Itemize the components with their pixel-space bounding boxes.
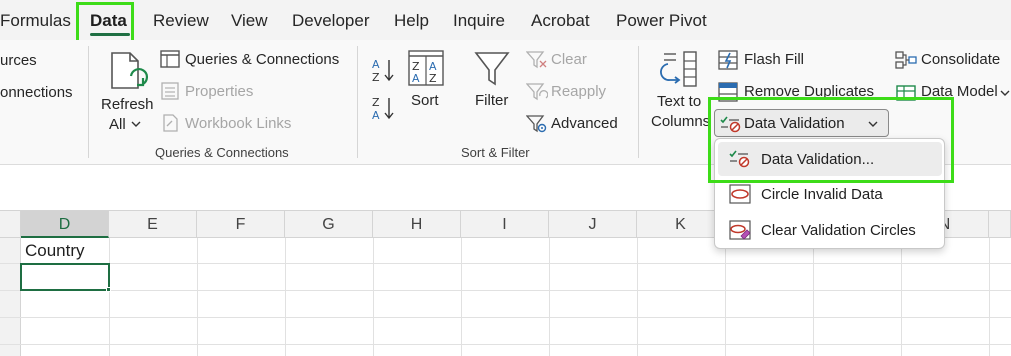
circle-invalid-data-icon <box>729 184 751 204</box>
row-gridline <box>0 263 1011 264</box>
flash-fill-icon <box>718 50 738 70</box>
row-gridline <box>0 290 1011 291</box>
text-to-columns-icon <box>660 51 697 87</box>
column-gridline <box>989 238 990 356</box>
svg-text:A: A <box>372 58 380 71</box>
row-gridline <box>0 344 1011 345</box>
sort-button[interactable]: Sort <box>411 92 439 109</box>
consolidate-icon <box>895 51 917 69</box>
queries-connections-button[interactable]: Queries & Connections <box>185 51 339 68</box>
tab-acrobat[interactable]: Acrobat <box>531 11 590 31</box>
clear-validation-circles-icon <box>729 220 751 240</box>
svg-text:A: A <box>412 72 420 85</box>
reapply-icon <box>526 83 548 101</box>
properties-icon <box>161 82 179 100</box>
flash-fill-button[interactable]: Flash Fill <box>744 51 804 68</box>
advanced-filter-icon <box>526 115 547 133</box>
chevron-down-icon <box>1000 90 1010 96</box>
column-gridline <box>373 238 374 356</box>
reapply-button[interactable]: Reapply <box>551 83 606 100</box>
clear-button[interactable]: Clear <box>551 51 587 68</box>
svg-text:Z: Z <box>429 72 437 85</box>
filter-icon <box>474 52 510 86</box>
column-header-g[interactable]: G <box>285 211 373 238</box>
column-gridline <box>285 238 286 356</box>
group-separator <box>638 46 639 158</box>
existing-connections-label[interactable]: onnections <box>0 84 73 101</box>
group-separator <box>88 46 89 158</box>
tab-view[interactable]: View <box>231 11 268 31</box>
advanced-button[interactable]: Advanced <box>551 115 618 132</box>
clear-filter-icon <box>526 51 547 69</box>
tab-inquire[interactable]: Inquire <box>453 11 505 31</box>
svg-text:Z: Z <box>372 71 380 83</box>
queries-connections-icon <box>160 50 180 68</box>
active-cell-d2[interactable] <box>20 263 110 291</box>
group-separator <box>357 46 358 158</box>
properties-button[interactable]: Properties <box>185 83 253 100</box>
workbook-links-button[interactable]: Workbook Links <box>185 115 291 132</box>
sort-a-to-z-icon: A Z <box>372 58 394 83</box>
svg-text:A: A <box>372 109 380 121</box>
fill-handle[interactable] <box>106 287 111 292</box>
column-gridline <box>901 238 902 356</box>
column-header-h[interactable]: H <box>373 211 461 238</box>
row-gridline <box>0 317 1011 318</box>
tab-developer[interactable]: Developer <box>292 11 370 31</box>
text-to-columns-button-line1[interactable]: Text to <box>657 93 701 110</box>
sort-icon: Z A A Z <box>408 50 444 86</box>
filter-button[interactable]: Filter <box>475 92 508 109</box>
column-header-i[interactable]: I <box>461 211 549 238</box>
column-gridline <box>197 238 198 356</box>
tab-highlight-box <box>76 2 134 43</box>
column-header-o[interactable] <box>989 211 1011 238</box>
sort-z-to-a-icon: Z A <box>372 96 394 121</box>
menu-highlight-box <box>708 97 954 183</box>
column-gridline <box>461 238 462 356</box>
column-gridline <box>637 238 638 356</box>
queries-group-label: Queries & Connections <box>155 145 289 160</box>
column-gridline <box>109 238 110 356</box>
column-header-f[interactable]: F <box>197 211 285 238</box>
text-to-columns-button-line2[interactable]: Columns <box>651 113 710 130</box>
refresh-all-button-line2[interactable]: All <box>109 116 126 133</box>
column-gridline <box>549 238 550 356</box>
from-sources-label[interactable]: urces <box>0 52 37 69</box>
tab-review[interactable]: Review <box>153 11 209 31</box>
consolidate-button[interactable]: Consolidate <box>921 51 1000 68</box>
ribbon-tab-bar: Formulas Data Review View Developer Help… <box>0 0 1011 40</box>
menu-item-label: Circle Invalid Data <box>761 186 883 203</box>
menu-item-clear-validation-circles[interactable]: Clear Validation Circles <box>715 213 944 247</box>
refresh-all-icon <box>111 52 148 89</box>
column-header-e[interactable]: E <box>109 211 197 238</box>
tab-formulas[interactable]: Formulas <box>0 11 71 31</box>
svg-text:Z: Z <box>372 96 380 109</box>
workbook-links-icon <box>163 114 178 132</box>
column-header-k[interactable]: K <box>637 211 725 238</box>
chevron-down-icon <box>131 121 141 127</box>
tab-power-pivot[interactable]: Power Pivot <box>616 11 707 31</box>
tab-help[interactable]: Help <box>394 11 429 31</box>
column-gridline <box>813 238 814 356</box>
cell-d1-country[interactable]: Country <box>25 241 85 261</box>
sort-filter-group-label: Sort & Filter <box>461 145 530 160</box>
column-header-d[interactable]: D <box>21 211 109 238</box>
column-gridline <box>725 238 726 356</box>
menu-item-label: Clear Validation Circles <box>761 222 916 239</box>
select-all-corner[interactable] <box>0 211 21 238</box>
row-headers[interactable] <box>0 238 21 356</box>
column-header-j[interactable]: J <box>549 211 637 238</box>
refresh-all-button-line1[interactable]: Refresh <box>101 96 154 113</box>
